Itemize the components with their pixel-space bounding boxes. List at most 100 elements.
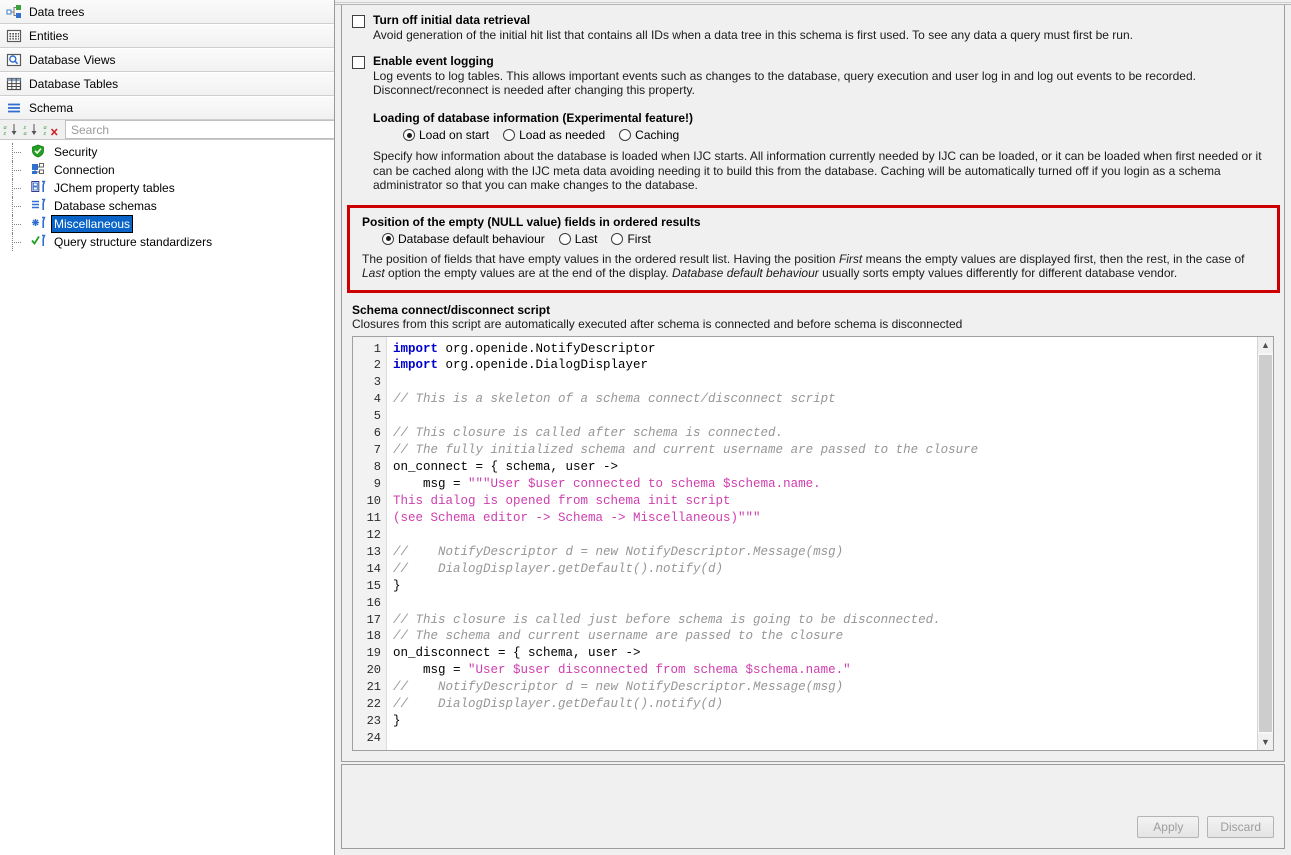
code-token: import bbox=[393, 342, 438, 356]
option-description: Log events to log tables. This allows im… bbox=[373, 69, 1274, 97]
editor-line-number: 23 bbox=[353, 713, 386, 730]
sidebar: Data trees Entities bbox=[0, 0, 335, 855]
tree-connector bbox=[10, 197, 26, 215]
sort-descending-icon[interactable]: z a bbox=[22, 121, 40, 139]
radio-label: Last bbox=[575, 232, 598, 246]
scrollbar-track[interactable] bbox=[1258, 353, 1273, 734]
editor-code-line: (see Schema editor -> Schema -> Miscella… bbox=[393, 510, 1257, 527]
editor-line-number: 20 bbox=[353, 662, 386, 679]
sidebar-section-schema[interactable]: Schema bbox=[0, 96, 334, 120]
editor-code-line: // The schema and current username are p… bbox=[393, 628, 1257, 645]
entities-icon bbox=[6, 28, 22, 44]
tree-item-miscellaneous[interactable]: Miscellaneous bbox=[0, 215, 334, 233]
code-token: msg = bbox=[393, 663, 468, 677]
scroll-down-arrow-icon[interactable]: ▼ bbox=[1258, 734, 1273, 750]
radio-indicator bbox=[503, 129, 515, 141]
apply-button[interactable]: Apply bbox=[1137, 816, 1199, 838]
schema-editor-window: Data trees Entities bbox=[0, 0, 1291, 855]
editor-line-number: 3 bbox=[353, 374, 386, 391]
radio-label: Load on start bbox=[419, 128, 489, 142]
sidebar-section-database-views[interactable]: Database Views bbox=[0, 48, 334, 72]
svg-text:z: z bbox=[43, 130, 47, 137]
sidebar-section-entities[interactable]: Entities bbox=[0, 24, 334, 48]
editor-line-number: 10 bbox=[353, 493, 386, 510]
group-description: The position of fields that have empty v… bbox=[362, 252, 1265, 281]
desc-emphasis-database-default: Database default behaviour bbox=[672, 266, 819, 280]
editor-vertical-scrollbar[interactable]: ▲ ▼ bbox=[1257, 337, 1273, 750]
sidebar-search-toolbar: a z z a a z bbox=[0, 120, 334, 140]
editor-line-number: 19 bbox=[353, 645, 386, 662]
editor-line-number: 11 bbox=[353, 510, 386, 527]
code-token: org.openide.DialogDisplayer bbox=[438, 358, 648, 372]
code-token: org.openide.NotifyDescriptor bbox=[438, 342, 656, 356]
sidebar-section-label: Schema bbox=[29, 101, 73, 115]
scroll-up-arrow-icon[interactable]: ▲ bbox=[1258, 337, 1273, 353]
tree-item-jchem-property-tables[interactable]: JChem property tables bbox=[0, 179, 334, 197]
group-loading-of-database-information: Loading of database information (Experim… bbox=[352, 111, 1274, 193]
radio-label: First bbox=[627, 232, 650, 246]
editor-line-number: 14 bbox=[353, 561, 386, 578]
code-token: // NotifyDescriptor d = new NotifyDescri… bbox=[393, 680, 843, 694]
loading-radio-group: Load on start Load as needed Caching bbox=[373, 128, 1274, 142]
radio-label: Database default behaviour bbox=[398, 232, 545, 246]
code-token: // This closure is called after schema i… bbox=[393, 426, 783, 440]
tree-connector bbox=[10, 143, 26, 161]
turn-off-initial-data-retrieval-checkbox[interactable] bbox=[352, 15, 365, 28]
editor-line-number: 1 bbox=[353, 341, 386, 358]
script-editor[interactable]: 123456789101112131415161718192021222324 … bbox=[352, 336, 1274, 751]
editor-code-line: msg = "User $user disconnected from sche… bbox=[393, 662, 1257, 679]
tree-item-security[interactable]: Security bbox=[0, 143, 334, 161]
editor-code-line: // NotifyDescriptor d = new NotifyDescri… bbox=[393, 679, 1257, 696]
editor-code-line bbox=[393, 730, 1257, 747]
editor-code-line bbox=[393, 595, 1257, 612]
clear-sorting-icon[interactable]: a z bbox=[42, 121, 60, 139]
editor-line-number: 4 bbox=[353, 391, 386, 408]
discard-button[interactable]: Discard bbox=[1207, 816, 1274, 838]
radio-indicator bbox=[382, 233, 394, 245]
database-tables-icon bbox=[6, 76, 22, 92]
radio-caching[interactable]: Caching bbox=[619, 128, 679, 142]
option-title: Turn off initial data retrieval bbox=[373, 13, 1274, 28]
tree-item-query-structure-standardizers[interactable]: Query structure standardizers bbox=[0, 233, 334, 251]
sidebar-section-label: Database Tables bbox=[29, 77, 118, 91]
tree-item-database-schemas[interactable]: Database schemas bbox=[0, 197, 334, 215]
editor-line-number: 9 bbox=[353, 476, 386, 493]
search-input[interactable] bbox=[65, 120, 334, 139]
sidebar-section-database-tables[interactable]: Database Tables bbox=[0, 72, 334, 96]
radio-first[interactable]: First bbox=[611, 232, 650, 246]
radio-load-on-start[interactable]: Load on start bbox=[403, 128, 489, 142]
sidebar-section-label: Data trees bbox=[29, 5, 84, 19]
null-position-radio-group: Database default behaviour Last First bbox=[362, 232, 1265, 246]
svg-text:a: a bbox=[24, 130, 27, 137]
sort-ascending-icon[interactable]: a z bbox=[2, 121, 20, 139]
connection-icon bbox=[31, 162, 47, 178]
enable-event-logging-checkbox[interactable] bbox=[352, 56, 365, 69]
tree-item-connection[interactable]: Connection bbox=[0, 161, 334, 179]
scrollbar-thumb[interactable] bbox=[1259, 355, 1272, 732]
code-token: // DialogDisplayer.getDefault().notify(d… bbox=[393, 562, 723, 576]
tree-item-label: Database schemas bbox=[52, 198, 159, 214]
code-token: // This is a skeleton of a schema connec… bbox=[393, 392, 836, 406]
code-token: // NotifyDescriptor d = new NotifyDescri… bbox=[393, 545, 843, 559]
sidebar-section-data-trees[interactable]: Data trees bbox=[0, 0, 334, 24]
radio-load-as-needed[interactable]: Load as needed bbox=[503, 128, 605, 142]
editor-line-number: 16 bbox=[353, 595, 386, 612]
editor-code-line bbox=[393, 374, 1257, 391]
editor-code-area[interactable]: import org.openide.NotifyDescriptorimpor… bbox=[387, 337, 1257, 750]
tree-connector bbox=[10, 161, 26, 179]
radio-label: Load as needed bbox=[519, 128, 605, 142]
editor-code-line: // DialogDisplayer.getDefault().notify(d… bbox=[393, 696, 1257, 713]
miscellaneous-icon bbox=[31, 216, 47, 232]
editor-line-number: 8 bbox=[353, 459, 386, 476]
group-description: Specify how information about the databa… bbox=[373, 149, 1274, 193]
code-token: This dialog is opened from schema init s… bbox=[393, 494, 731, 508]
editor-line-number: 15 bbox=[353, 578, 386, 595]
code-token: // DialogDisplayer.getDefault().notify(d… bbox=[393, 697, 723, 711]
radio-last[interactable]: Last bbox=[559, 232, 598, 246]
editor-line-number: 22 bbox=[353, 696, 386, 713]
sidebar-section-label: Database Views bbox=[29, 53, 116, 67]
code-token: """User $user connected to schema $schem… bbox=[468, 477, 821, 491]
main-content: Turn off initial data retrieval Avoid ge… bbox=[335, 0, 1291, 855]
radio-indicator bbox=[611, 233, 623, 245]
radio-database-default-behaviour[interactable]: Database default behaviour bbox=[382, 232, 545, 246]
